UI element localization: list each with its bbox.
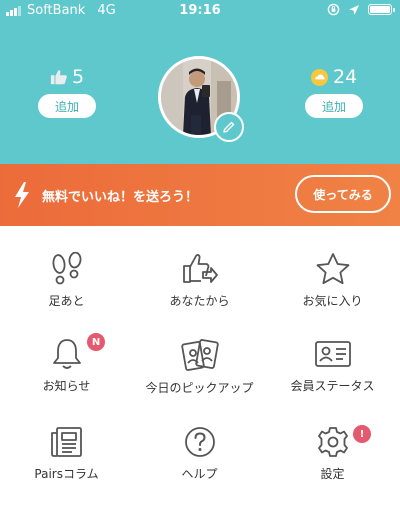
menu-label: あなたから — [169, 294, 230, 308]
menu-item-favorites[interactable]: お気に入り — [266, 252, 399, 340]
menu-label: 足あと — [48, 294, 85, 308]
coin-icon — [310, 68, 329, 86]
menu-label: 設定 — [320, 467, 345, 481]
menu-label: 会員ステータス — [290, 379, 375, 393]
star-icon — [316, 253, 349, 285]
status-bar: SoftBank 4G 19:16 — [0, 0, 400, 22]
bell-icon — [52, 339, 81, 369]
menu-label: Pairsコラム — [34, 467, 99, 481]
likes-stat: 5 — [50, 66, 84, 88]
edit-photo-button[interactable] — [214, 112, 244, 142]
gear-icon — [317, 427, 348, 457]
menu-item-footprints[interactable]: 足あと — [0, 252, 133, 340]
add-points-button[interactable]: 追加 — [305, 94, 363, 118]
menu-label: 今日のピックアップ — [145, 381, 254, 395]
id-card-icon — [314, 341, 351, 367]
menu-item-member-status[interactable]: 会員ステータス — [266, 337, 399, 425]
pencil-icon — [223, 121, 235, 133]
add-likes-button[interactable]: 追加 — [38, 94, 96, 118]
battery-icon — [368, 4, 395, 15]
thumbs-up-arrow-icon — [182, 254, 218, 283]
try-button[interactable]: 使ってみる — [295, 175, 391, 213]
settings-alert-badge: ! — [353, 425, 371, 443]
points-stat: 24 — [310, 66, 357, 88]
rotation-lock-icon — [327, 3, 340, 16]
menu-label: ヘルプ — [181, 467, 218, 481]
notification-badge: N — [87, 333, 105, 351]
help-icon — [184, 427, 215, 457]
newspaper-icon — [50, 427, 82, 457]
menu-item-help[interactable]: ヘルプ — [133, 425, 266, 513]
thumbs-up-icon — [50, 70, 67, 85]
menu-label: お気に入り — [302, 294, 363, 308]
pickup-cards-icon — [180, 339, 219, 371]
lightning-icon — [15, 182, 29, 208]
likes-count: 5 — [72, 66, 85, 88]
points-count: 24 — [333, 66, 358, 88]
menu-item-todays-pickup[interactable]: 今日のピックアップ — [133, 337, 266, 425]
menu-item-settings[interactable]: 設定 — [266, 425, 399, 513]
menu-item-from-you[interactable]: あなたから — [133, 252, 266, 340]
menu-item-notifications[interactable]: お知らせ — [0, 337, 133, 425]
menu-label: お知らせ — [42, 379, 91, 393]
menu-item-pairs-column[interactable]: Pairsコラム — [0, 425, 133, 513]
footprints-icon — [52, 252, 81, 285]
banner-text: 無料でいいね！を送ろう！ — [42, 190, 199, 205]
location-icon — [349, 4, 359, 15]
